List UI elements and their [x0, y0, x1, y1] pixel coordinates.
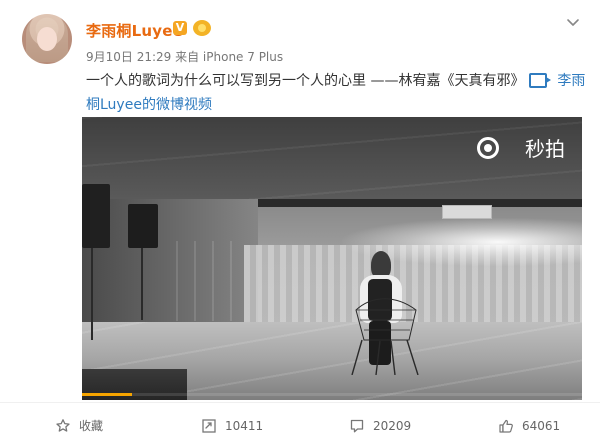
comment-count: 20209: [373, 418, 412, 433]
video-progress[interactable]: [82, 393, 582, 396]
action-bar: 收藏 10411 20209 64061: [0, 402, 600, 448]
post-text: 一个人的歌词为什么可以写到另一个人的心里 ——林宥嘉《天真有邪》: [86, 73, 525, 89]
save-label: 收藏: [79, 419, 104, 433]
forward-count: 10411: [225, 418, 264, 433]
comment-icon: [350, 419, 364, 432]
miaopai-watermark: 秒拍: [477, 132, 565, 166]
forward-button[interactable]: 10411: [201, 403, 263, 448]
chevron-down-icon[interactable]: [566, 16, 580, 30]
like-count: 64061: [522, 418, 561, 433]
speaker-stand-center: [141, 248, 143, 320]
time-source: 9月10日 21:29 来自 iPhone 7 Plus: [86, 50, 284, 64]
post-meta: 9月10日 21:29 来自 iPhone 7 Plus: [86, 48, 287, 65]
video-progress-fill: [82, 393, 132, 396]
wire-chair: [351, 298, 419, 375]
avatar[interactable]: [22, 14, 72, 64]
speaker-left: [82, 184, 110, 248]
ceiling-vent: [442, 205, 492, 219]
comment-button[interactable]: 20209: [349, 403, 411, 448]
author-name[interactable]: 李雨桐Luyee: [86, 20, 183, 41]
video-player[interactable]: 秒拍: [82, 117, 582, 400]
save-button[interactable]: 收藏: [55, 403, 103, 448]
watermark-text: 秒拍: [525, 137, 565, 161]
speaker-stand-left: [91, 248, 93, 340]
star-icon: [56, 418, 70, 432]
post-content: 一个人的歌词为什么可以写到另一个人的心里 ——林宥嘉《天真有邪》 李雨桐Luye…: [86, 69, 586, 117]
verified-badge: V: [173, 21, 187, 35]
level-badge: [193, 20, 211, 36]
mirror-wall: [176, 241, 248, 321]
speaker-center: [128, 204, 158, 248]
video-link-icon: [528, 72, 551, 88]
like-button[interactable]: 64061: [498, 403, 560, 448]
post-header: 李雨桐Luyee V 9月10日 21:29 来自 iPhone 7 Plus: [0, 0, 600, 70]
forward-icon: [202, 418, 216, 433]
avatar-face: [37, 27, 57, 51]
thumb-up-icon: [499, 419, 513, 433]
